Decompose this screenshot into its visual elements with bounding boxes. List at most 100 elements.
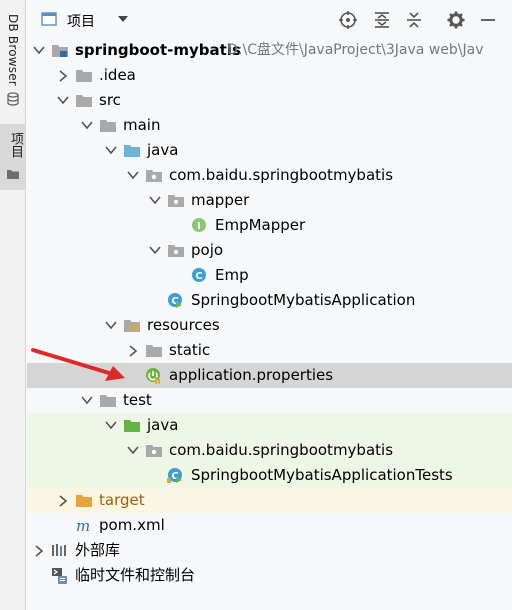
tree-row[interactable]: pojo: [27, 238, 512, 263]
spring-properties-icon: [145, 363, 163, 388]
folder-icon: [145, 338, 163, 363]
tree-item-label: main: [123, 116, 161, 134]
chevron-right-icon[interactable]: [33, 538, 45, 563]
gear-icon: [447, 11, 465, 29]
expand-all-icon: [375, 12, 389, 28]
tree-row[interactable]: mapper: [27, 188, 512, 213]
chevron-down-icon[interactable]: [127, 438, 139, 463]
tree-row[interactable]: com.baidu.springbootmybatis: [27, 163, 512, 188]
package-icon: [145, 163, 163, 188]
svg-text:I: I: [197, 221, 201, 232]
tree-row[interactable]: target: [27, 488, 512, 513]
chevron-right-icon[interactable]: [57, 63, 69, 88]
tree-item-label: .idea: [99, 66, 136, 84]
tree-row[interactable]: src: [27, 88, 512, 113]
tree-item-label: src: [99, 91, 121, 109]
tree-item-label: java: [147, 416, 179, 434]
tree-row[interactable]: C Emp: [27, 263, 512, 288]
tree-item-label: SpringbootMybatisApplicationTests: [191, 466, 453, 484]
settings-button[interactable]: [447, 11, 465, 29]
expand-all-button[interactable]: [373, 11, 391, 29]
tree-item-label: 外部库: [75, 541, 121, 559]
chevron-right-icon[interactable]: [127, 338, 139, 363]
tree-row[interactable]: 外部库: [27, 538, 512, 563]
tree-item-label: pom.xml: [99, 516, 165, 534]
tree-row[interactable]: m pom.xml: [27, 513, 512, 538]
tree-item-label: EmpMapper: [215, 216, 306, 234]
svg-text:m: m: [76, 517, 90, 533]
tree-row[interactable]: main: [27, 113, 512, 138]
chevron-down-icon[interactable]: [127, 163, 139, 188]
collapse-all-icon: [407, 12, 421, 28]
chevron-down-icon[interactable]: [105, 413, 117, 438]
package-icon: [167, 238, 185, 263]
tree-item-label: pojo: [191, 241, 224, 259]
tree-item-label: test: [123, 391, 152, 409]
chevron-right-icon[interactable]: [57, 488, 69, 513]
tree-item-label: static: [169, 341, 211, 359]
folder-icon: [75, 88, 93, 113]
excluded-folder-icon: [75, 488, 93, 513]
tree-row[interactable]: resources: [27, 313, 512, 338]
project-header: 项目: [27, 0, 512, 38]
chevron-down-icon[interactable]: [81, 113, 93, 138]
tree-row[interactable]: application.properties: [27, 363, 512, 388]
module-folder-icon: [51, 38, 69, 63]
tree-item-label: application.properties: [169, 366, 334, 384]
chevron-down-icon[interactable]: [33, 38, 45, 63]
tree-item-label: com.baidu.springbootmybatis: [169, 166, 394, 184]
test-source-folder-icon: [123, 413, 141, 438]
tree-row[interactable]: test: [27, 388, 512, 413]
spring-boot-test-class-icon: C: [167, 463, 185, 488]
scratches-icon: [51, 563, 69, 588]
chevron-down-icon[interactable]: [105, 138, 117, 163]
database-icon: [7, 92, 19, 106]
package-icon: [167, 188, 185, 213]
db-browser-tab[interactable]: DB Browser: [0, 0, 26, 112]
tree-row[interactable]: java: [27, 138, 512, 163]
db-browser-label: DB Browser: [6, 14, 20, 86]
source-folder-icon: [123, 138, 141, 163]
chevron-down-icon[interactable]: [81, 388, 93, 413]
module-path: D:\C盘文件\JavaProject\3Java web\Jav: [227, 42, 484, 58]
tree-item-label: target: [99, 491, 145, 509]
tree-item-label: mapper: [191, 191, 250, 209]
project-tree: springboot-mybatis D:\C盘文件\JavaProject\3J…: [27, 38, 512, 610]
tree-row[interactable]: springboot-mybatis D:\C盘文件\JavaProject\3J…: [27, 38, 512, 63]
class-icon: C: [191, 263, 209, 288]
hide-panel-button[interactable]: [479, 11, 497, 29]
project-view-icon: [41, 12, 57, 26]
tree-item-label: springboot-mybatis: [75, 41, 241, 59]
chevron-down-icon[interactable]: [57, 88, 69, 113]
tree-row[interactable]: I EmpMapper: [27, 213, 512, 238]
tree-row[interactable]: .idea: [27, 63, 512, 88]
chevron-down-icon[interactable]: [117, 15, 129, 23]
select-opened-file-button[interactable]: [339, 11, 357, 29]
tree-row[interactable]: static: [27, 338, 512, 363]
folder-icon: [7, 170, 19, 179]
tree-item-label: com.baidu.springbootmybatis: [169, 441, 394, 459]
package-icon: [145, 438, 163, 463]
project-tab-label: 项目: [8, 132, 23, 158]
tree-item-label: Emp: [215, 266, 249, 284]
folder-icon: [99, 388, 117, 413]
tree-row[interactable]: C SpringbootMybatisApplication: [27, 288, 512, 313]
svg-text:C: C: [195, 271, 202, 282]
chevron-down-icon[interactable]: [149, 238, 161, 263]
resources-folder-icon: [123, 313, 141, 338]
collapse-all-button[interactable]: [405, 11, 423, 29]
maven-icon: m: [75, 513, 93, 538]
tool-window-strip: DB Browser 项目: [0, 0, 26, 610]
tree-row[interactable]: com.baidu.springbootmybatis: [27, 438, 512, 463]
tree-item-label: resources: [147, 316, 220, 334]
view-title[interactable]: 项目: [67, 11, 95, 31]
tree-row[interactable]: 临时文件和控制台: [27, 563, 512, 588]
tree-row[interactable]: java: [27, 413, 512, 438]
tree-item-label: java: [147, 141, 179, 159]
chevron-down-icon[interactable]: [105, 313, 117, 338]
project-tool-tab[interactable]: 项目: [0, 124, 26, 190]
tree-row[interactable]: C SpringbootMybatisApplicationTests: [27, 463, 512, 488]
external-libraries-icon: [51, 538, 69, 563]
crosshair-icon: [339, 11, 357, 29]
chevron-down-icon[interactable]: [149, 188, 161, 213]
